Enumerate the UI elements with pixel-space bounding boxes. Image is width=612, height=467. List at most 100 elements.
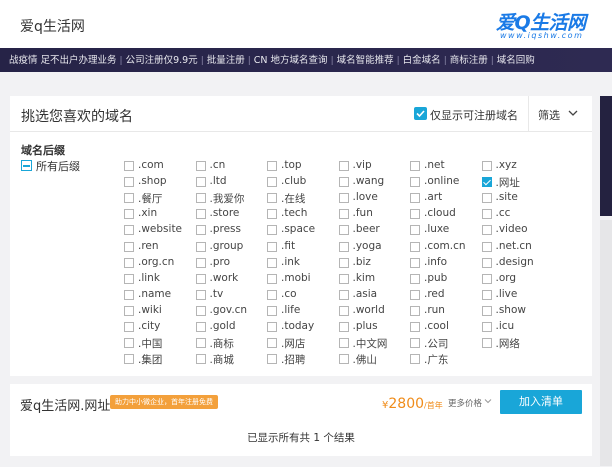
suffix-option[interactable]: .ink bbox=[267, 255, 337, 271]
suffix-option[interactable]: .video bbox=[481, 222, 552, 238]
suffix-checkbox[interactable] bbox=[124, 305, 134, 316]
suffix-checkbox[interactable] bbox=[410, 225, 420, 236]
suffix-checkbox[interactable] bbox=[195, 322, 206, 332]
suffix-option[interactable]: .cool bbox=[410, 319, 480, 335]
suffix-option[interactable]: .org.cn bbox=[124, 255, 194, 271]
suffix-checkbox[interactable] bbox=[124, 354, 134, 365]
suffix-option[interactable]: .cc bbox=[481, 206, 552, 222]
suffix-option[interactable]: .gold bbox=[195, 319, 266, 335]
suffix-option[interactable]: .design bbox=[481, 255, 552, 271]
suffix-option[interactable]: .link bbox=[124, 271, 194, 287]
suffix-option[interactable]: .cn bbox=[195, 158, 266, 174]
suffix-option[interactable]: .shop bbox=[124, 174, 194, 190]
suffix-option[interactable]: .pub bbox=[410, 271, 480, 287]
suffix-option[interactable]: .info bbox=[410, 255, 480, 271]
suffix-option[interactable]: .love bbox=[338, 190, 409, 206]
suffix-option[interactable]: .show bbox=[481, 303, 552, 319]
suffix-checkbox[interactable] bbox=[410, 193, 420, 204]
suffix-option[interactable]: .life bbox=[267, 303, 337, 319]
suffix-checkbox[interactable] bbox=[267, 257, 277, 268]
suffix-checkbox[interactable] bbox=[267, 177, 277, 188]
suffix-checkbox[interactable] bbox=[267, 289, 277, 300]
suffix-checkbox[interactable] bbox=[195, 289, 206, 300]
suffix-checkbox[interactable] bbox=[481, 257, 492, 268]
suffix-option[interactable]: .pro bbox=[195, 255, 266, 271]
suffix-option[interactable]: .live bbox=[481, 287, 552, 303]
suffix-checkbox[interactable] bbox=[338, 177, 349, 188]
suffix-option[interactable]: .luxe bbox=[410, 222, 480, 238]
suffix-checkbox[interactable] bbox=[267, 305, 277, 316]
suffix-checkbox[interactable] bbox=[338, 225, 349, 236]
suffix-option[interactable]: .ren bbox=[124, 239, 194, 255]
suffix-option[interactable]: .cloud bbox=[410, 206, 480, 222]
suffix-checkbox[interactable] bbox=[481, 209, 492, 220]
suffix-checkbox[interactable] bbox=[267, 338, 277, 349]
suffix-option[interactable]: .餐厅 bbox=[124, 190, 194, 206]
suffix-option[interactable]: .today bbox=[267, 319, 337, 335]
nav-item-buyback[interactable]: 域名回购 bbox=[497, 49, 535, 72]
all-suffix-checkbox[interactable] bbox=[21, 160, 32, 171]
suffix-checkbox[interactable] bbox=[267, 209, 277, 220]
suffix-option[interactable]: .top bbox=[267, 158, 337, 174]
suffix-option[interactable]: .wang bbox=[338, 174, 409, 190]
suffix-option[interactable]: .run bbox=[410, 303, 480, 319]
suffix-option[interactable]: .中文网 bbox=[338, 335, 409, 351]
suffix-checkbox[interactable] bbox=[410, 177, 420, 188]
suffix-option[interactable]: .wiki bbox=[124, 303, 194, 319]
suffix-option[interactable]: .net.cn bbox=[481, 239, 552, 255]
suffix-option[interactable]: .com.cn bbox=[410, 239, 480, 255]
suffix-option[interactable]: .商城 bbox=[195, 351, 266, 367]
suffix-option[interactable]: .icu bbox=[481, 319, 552, 335]
suffix-checkbox[interactable] bbox=[481, 193, 492, 204]
suffix-option[interactable]: .我爱你 bbox=[195, 190, 266, 206]
filter-dropdown[interactable]: 筛选 bbox=[538, 107, 560, 123]
suffix-checkbox[interactable] bbox=[338, 241, 349, 252]
suffix-checkbox[interactable] bbox=[267, 322, 277, 332]
suffix-option[interactable]: .online bbox=[410, 174, 480, 190]
suffix-option[interactable]: .gov.cn bbox=[195, 303, 266, 319]
suffix-option[interactable]: .work bbox=[195, 271, 266, 287]
suffix-checkbox[interactable] bbox=[481, 305, 492, 316]
suffix-option[interactable]: .网址 bbox=[481, 174, 552, 190]
nav-item-epidemic[interactable]: 战疫情 足不出户办理业务 bbox=[0, 49, 117, 72]
only-registrable-label[interactable]: 仅显示可注册域名 bbox=[430, 107, 518, 123]
suffix-checkbox[interactable] bbox=[267, 193, 277, 204]
suffix-option[interactable]: .招聘 bbox=[267, 351, 337, 367]
suffix-checkbox[interactable] bbox=[195, 161, 206, 171]
suffix-option[interactable]: .store bbox=[195, 206, 266, 222]
suffix-option[interactable]: .website bbox=[124, 222, 194, 238]
suffix-option[interactable]: .fit bbox=[267, 239, 337, 255]
suffix-checkbox[interactable] bbox=[481, 241, 492, 252]
suffix-checkbox[interactable] bbox=[338, 209, 349, 220]
suffix-checkbox[interactable] bbox=[481, 225, 492, 236]
suffix-option[interactable]: .beer bbox=[338, 222, 409, 238]
suffix-checkbox[interactable] bbox=[124, 322, 134, 332]
suffix-checkbox[interactable] bbox=[195, 193, 206, 204]
chevron-down-icon[interactable] bbox=[484, 397, 492, 405]
suffix-option[interactable]: .fun bbox=[338, 206, 409, 222]
suffix-option[interactable]: .公司 bbox=[410, 335, 480, 351]
suffix-checkbox[interactable] bbox=[338, 338, 349, 349]
suffix-option[interactable]: .mobi bbox=[267, 271, 337, 287]
side-tab[interactable] bbox=[600, 96, 612, 216]
nav-item-bulk-register[interactable]: 批量注册 bbox=[207, 49, 245, 72]
suffix-option[interactable]: .xin bbox=[124, 206, 194, 222]
suffix-checkbox[interactable] bbox=[124, 177, 134, 188]
suffix-option[interactable]: .商标 bbox=[195, 335, 266, 351]
suffix-option[interactable]: .press bbox=[195, 222, 266, 238]
suffix-option[interactable]: .广东 bbox=[410, 351, 480, 367]
suffix-checkbox[interactable] bbox=[410, 161, 420, 171]
suffix-checkbox[interactable] bbox=[338, 289, 349, 300]
suffix-checkbox[interactable] bbox=[410, 273, 420, 284]
suffix-option[interactable]: .在线 bbox=[267, 190, 337, 206]
suffix-checkbox[interactable] bbox=[410, 241, 420, 252]
suffix-option[interactable]: .ltd bbox=[195, 174, 266, 190]
suffix-checkbox[interactable] bbox=[338, 305, 349, 316]
all-suffix-label[interactable]: 所有后缀 bbox=[36, 158, 80, 174]
suffix-option[interactable]: .co bbox=[267, 287, 337, 303]
suffix-option[interactable]: .集团 bbox=[124, 351, 194, 367]
suffix-option[interactable]: .org bbox=[481, 271, 552, 287]
suffix-checkbox[interactable] bbox=[338, 257, 349, 268]
suffix-option[interactable]: .com bbox=[124, 158, 194, 174]
suffix-option[interactable]: .club bbox=[267, 174, 337, 190]
